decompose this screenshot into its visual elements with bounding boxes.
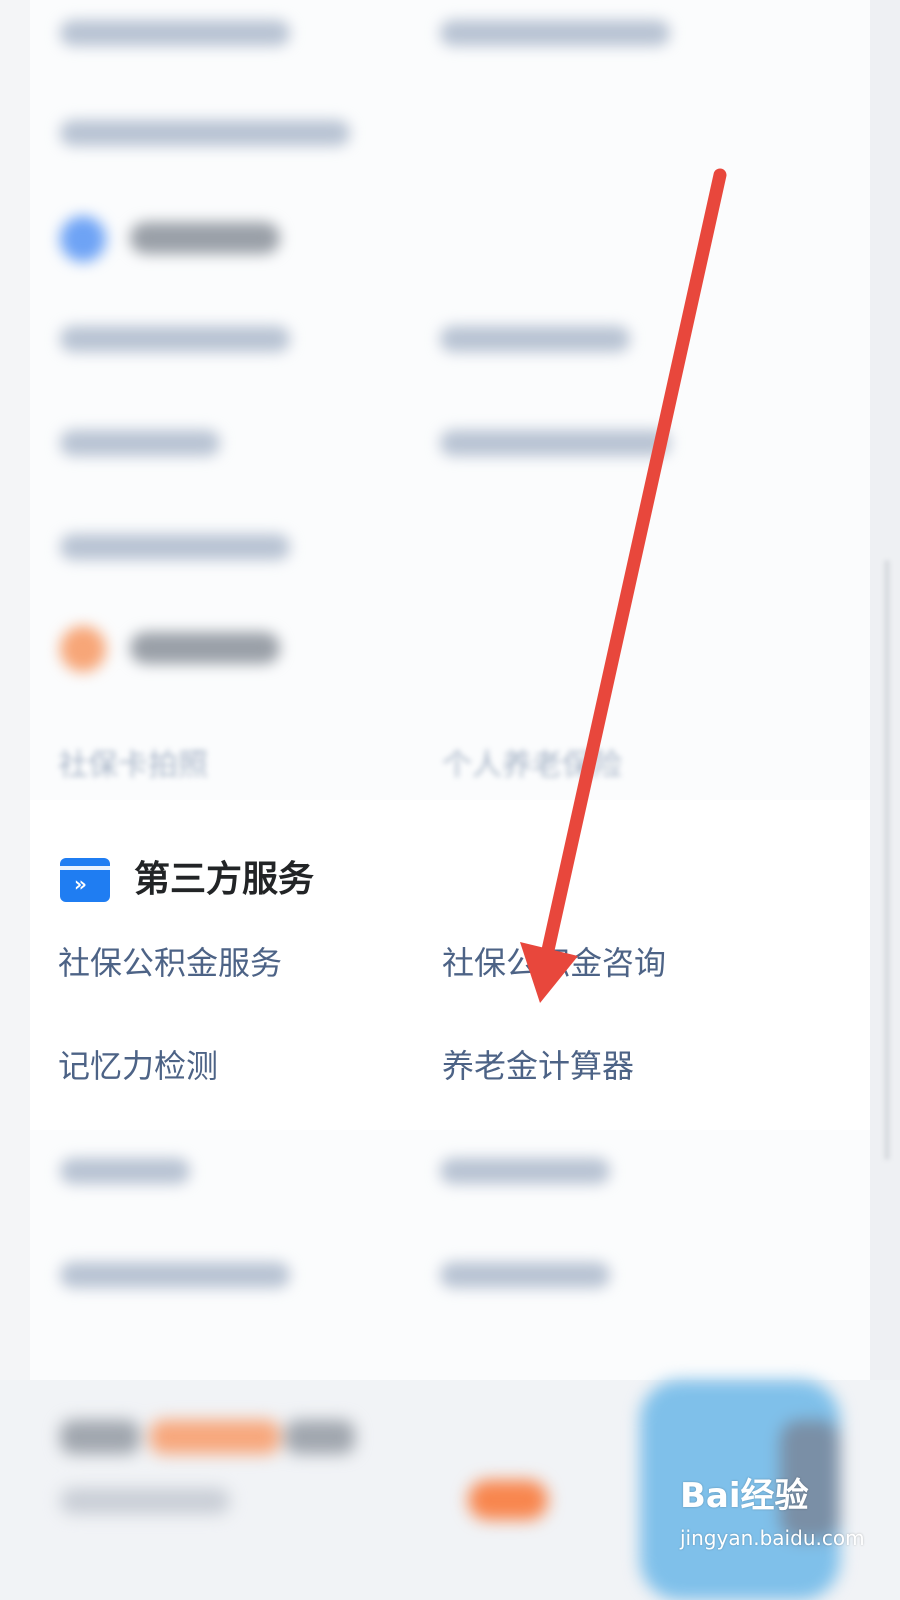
section-title: 第三方服务: [134, 859, 315, 900]
faded-item-right: 个人养老保险: [442, 748, 622, 783]
blurred-item: [60, 120, 350, 146]
blurred-category-title: [130, 222, 280, 254]
blurred-category-title: [130, 632, 280, 664]
banner-button: [468, 1480, 548, 1520]
app-page: 社保卡拍照 个人养老保险 » 第三方服务 社保公积金服务 社保公积金咨询 记忆力…: [0, 0, 900, 1600]
blurred-item: [440, 1262, 610, 1288]
blurred-category-icon: [60, 626, 106, 672]
blurred-item: [440, 326, 630, 352]
blurred-item: [60, 534, 290, 560]
blurred-item: [60, 326, 290, 352]
baidu-jingyan-watermark: Bai经验 jingyan.baidu.com: [680, 1468, 880, 1578]
service-item-social-fund-service[interactable]: 社保公积金服务: [58, 943, 282, 983]
third-party-services-section: » 第三方服务 社保公积金服务 社保公积金咨询 记忆力检测 养老金计算器: [30, 800, 870, 1130]
blurred-item: [440, 430, 670, 456]
service-item-social-fund-consult[interactable]: 社保公积金咨询: [442, 943, 666, 983]
service-item-memory-test[interactable]: 记忆力检测: [58, 1046, 218, 1086]
watermark-brand: Bai经验: [680, 1476, 809, 1516]
scrollbar-thumb[interactable]: [884, 560, 890, 1160]
service-item-pension-calculator[interactable]: 养老金计算器: [442, 1046, 634, 1086]
faded-item-left: 社保卡拍照: [58, 748, 208, 783]
blurred-category-icon: [60, 216, 106, 262]
blurred-item: [440, 1158, 610, 1184]
forward-chevrons-icon: »: [60, 858, 110, 902]
blurred-item: [60, 1158, 190, 1184]
watermark-url: jingyan.baidu.com: [680, 1526, 865, 1550]
blurred-item: [440, 20, 670, 46]
blurred-item: [60, 20, 290, 46]
blurred-item: [60, 430, 220, 456]
blurred-item: [60, 1262, 290, 1288]
